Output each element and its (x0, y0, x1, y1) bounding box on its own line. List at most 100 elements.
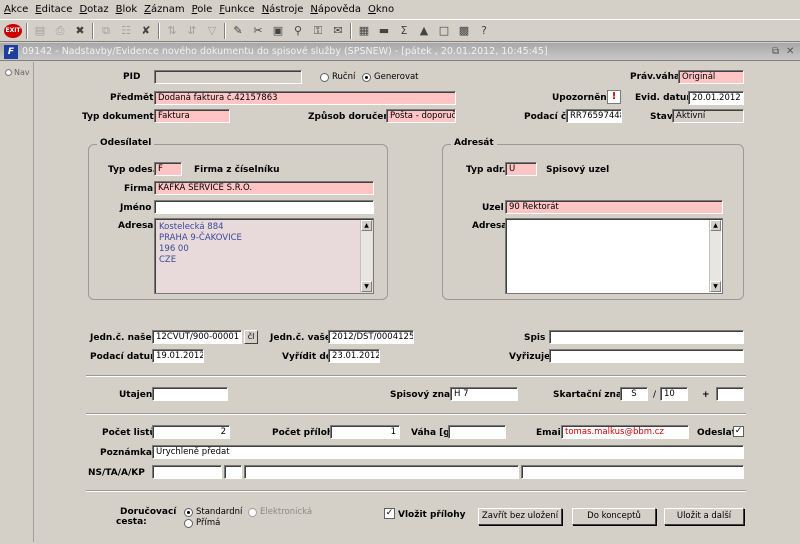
menu-akce[interactable]: Akce (4, 4, 28, 15)
recipient-address-field[interactable]: ▲ ▼ (505, 218, 723, 294)
weight-field[interactable] (448, 425, 506, 439)
recipient-address-scrollbar[interactable]: ▲ ▼ (709, 220, 721, 292)
scroll-up-icon[interactable]: ▲ (710, 220, 721, 231)
file-field[interactable] (549, 330, 744, 344)
doctype-label: Typ dokumentu (82, 112, 161, 122)
our-ref-field[interactable]: 12CVUT/900-00001 (152, 330, 242, 344)
recipient-type-field[interactable]: U (505, 162, 537, 176)
scroll-down-icon[interactable]: ▼ (361, 281, 372, 292)
note-field[interactable]: Urychleně předat (152, 445, 744, 459)
save-icon[interactable]: ▤ (32, 23, 48, 39)
grid-icon[interactable]: ▩ (456, 23, 472, 39)
name-label: Jméno (120, 203, 152, 213)
send-checkbox[interactable]: ✓ (733, 426, 744, 437)
menu-funkce[interactable]: Funkce (219, 4, 254, 15)
shred-mark-field[interactable]: S (620, 387, 648, 401)
menu-dotaz[interactable]: Dotaz (79, 4, 108, 15)
sheets-field[interactable]: 2 (152, 425, 230, 439)
menu-okno[interactable]: Okno (368, 4, 394, 15)
table-icon[interactable]: ▦ (356, 23, 372, 39)
nav-toggle[interactable]: Nav (5, 68, 30, 77)
close-form-icon[interactable]: ✖ (72, 23, 88, 39)
sender-type-field[interactable]: F (154, 162, 182, 176)
radio-standard[interactable]: Standardní (184, 507, 242, 517)
shred-years-field[interactable]: 10 (660, 387, 688, 401)
legal-weight-field[interactable]: Originál (678, 70, 744, 84)
copy-icon[interactable]: ⧉ (98, 23, 114, 39)
attachments-field[interactable]: 1 (330, 425, 400, 439)
warning-indicator[interactable]: ! (607, 90, 621, 104)
scroll-down-icon[interactable]: ▼ (710, 281, 721, 292)
radio-electronic[interactable]: Elektronická (248, 507, 312, 517)
key-icon[interactable]: ⚿ (310, 23, 326, 39)
delivery-field[interactable]: Pošta - doporučer (386, 109, 456, 123)
a-field[interactable] (244, 465, 519, 479)
sheets-label: Počet listů (102, 428, 156, 438)
company-field[interactable]: KAFKA SERVICE S.R.O. (154, 181, 374, 195)
save-and-next-button[interactable]: Uložit a další (664, 508, 744, 525)
your-ref-field[interactable]: 2012/DST/0004125 (328, 330, 414, 344)
menu-zaznam[interactable]: Záznam (144, 4, 184, 15)
insert-attachments-checkbox[interactable]: ✓ (384, 508, 395, 519)
email-field[interactable]: tomas.malkus@bbm.cz (561, 425, 689, 439)
search-icon[interactable]: ⚲ (290, 23, 306, 39)
recipient-type-label: Typ adr. (466, 165, 506, 175)
menu-blok[interactable]: Blok (116, 4, 138, 15)
close-without-save-button[interactable]: Zavřít bez uložení (478, 508, 562, 525)
document-icon[interactable]: ▣ (270, 23, 286, 39)
delivery-path-label: Doručovací (120, 507, 177, 517)
sender-address-field[interactable]: Kostelecká 884 PRAHA 9-ČAKOVICE 196 00 C… (154, 218, 374, 294)
filing-number-label: Podací č. (524, 112, 570, 122)
company-label: Firma (124, 184, 154, 194)
restore-icon[interactable]: ⧉ (772, 46, 779, 57)
menu-nastroje[interactable]: Nástroje (262, 4, 304, 15)
name-field[interactable] (154, 200, 374, 214)
menu-pole[interactable]: Pole (192, 4, 213, 15)
file-mark-label: Spisový znak (390, 390, 457, 400)
our-ref-button[interactable]: čl (244, 330, 258, 344)
print-preview-icon[interactable]: ▬ (376, 23, 392, 39)
radio-generate[interactable]: Generovat (362, 72, 419, 82)
sender-address-scrollbar[interactable]: ▲ ▼ (360, 220, 372, 292)
close-icon[interactable]: ✕ (786, 46, 794, 57)
shred-extra-field[interactable] (716, 387, 744, 401)
subject-field[interactable]: Dodaná faktura č.42157863 (154, 91, 456, 105)
radio-manual[interactable]: Ruční (320, 72, 355, 82)
exit-icon[interactable]: EXIT (4, 23, 22, 38)
handler-field[interactable] (549, 349, 744, 363)
ta-field[interactable] (224, 465, 242, 479)
due-date-field[interactable]: 23.01.2012 (328, 349, 380, 363)
radio-generate-indicator (362, 72, 371, 82)
shred-label: Skartační znak (553, 390, 629, 400)
to-drafts-button[interactable]: Do konceptů (572, 508, 656, 525)
sort-desc-icon[interactable]: ⇵ (184, 23, 200, 39)
kp-field[interactable] (521, 465, 744, 479)
menu-napoveda[interactable]: Nápověda (310, 4, 361, 15)
scroll-up-icon[interactable]: ▲ (361, 220, 372, 231)
evid-date-field[interactable]: 20.01.2012 (688, 91, 744, 105)
window-icon[interactable]: □ (436, 23, 452, 39)
filing-number-field[interactable]: RR76597448 (566, 109, 622, 123)
pid-field[interactable] (154, 70, 302, 84)
document-form: PID Ruční Generovat Práv.váha Originál P… (36, 62, 798, 542)
menu-editace[interactable]: Editace (35, 4, 72, 15)
radio-standard-label: Standardní (196, 507, 243, 517)
delete-icon[interactable]: ✘ (138, 23, 154, 39)
sum-icon[interactable]: Σ (396, 23, 412, 39)
secrecy-field[interactable] (152, 387, 228, 401)
print-icon[interactable]: ⎙ (52, 23, 68, 39)
filter-icon[interactable]: ▽ (204, 23, 220, 39)
ns-field[interactable] (152, 465, 222, 479)
mail-icon[interactable]: ✉ (330, 23, 346, 39)
cut-icon[interactable]: ✂ (250, 23, 266, 39)
paste-icon[interactable]: ☷ (118, 23, 134, 39)
calculator-icon[interactable]: ▲ (416, 23, 432, 39)
doctype-field[interactable]: Faktura (154, 109, 230, 123)
file-mark-field[interactable]: H 7 (450, 387, 518, 401)
sort-icon[interactable]: ⇅ (164, 23, 180, 39)
node-field[interactable]: 90 Rektorát (505, 200, 723, 214)
notepad-icon[interactable]: ✎ (230, 23, 246, 39)
help-icon[interactable]: ? (476, 23, 492, 39)
radio-direct[interactable]: Přímá (184, 518, 220, 528)
filed-date-field[interactable]: 19.01.2012 (152, 349, 204, 363)
